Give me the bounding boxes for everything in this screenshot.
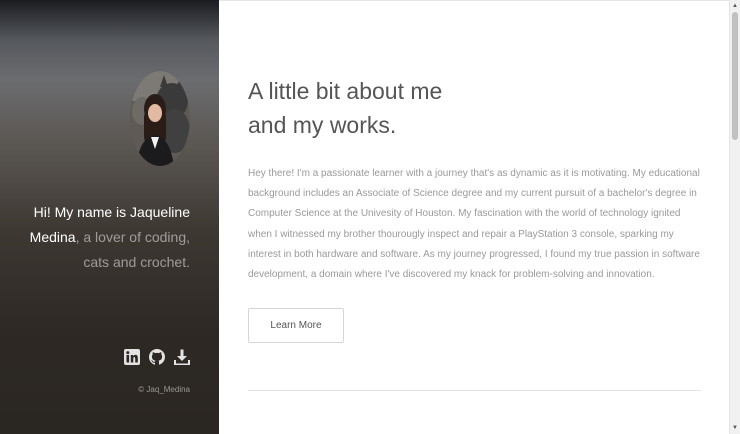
scroll-down-icon[interactable]: ▼ (730, 423, 740, 433)
profile-avatar (130, 71, 190, 166)
linkedin-icon (124, 349, 140, 365)
social-links (124, 349, 190, 367)
linkedin-link[interactable] (124, 349, 140, 365)
scrollbar-thumb[interactable] (732, 12, 738, 140)
main-content: A little bit about me and my works. Hey … (219, 0, 729, 434)
intro-text: Hi! My name is Jaqueline Medina, a lover… (14, 200, 190, 275)
scrollbar[interactable]: ▲ ▼ (729, 0, 740, 434)
github-link[interactable] (149, 349, 165, 365)
page-title-line1: A little bit about me (248, 78, 443, 104)
download-link[interactable] (174, 349, 190, 365)
sidebar: Hi! My name is Jaqueline Medina, a lover… (0, 0, 219, 434)
divider (248, 390, 701, 391)
page-title: A little bit about me and my works. (248, 74, 442, 142)
download-icon (174, 349, 190, 365)
intro-tagline: , a lover of coding, cats and crochet. (75, 229, 190, 270)
scroll-up-icon[interactable]: ▲ (730, 1, 740, 11)
learn-more-button[interactable]: Learn More (248, 308, 344, 343)
about-text: Hey there! I'm a passionate learner with… (248, 168, 700, 281)
copyright: © Jaq_Medina (138, 385, 190, 394)
github-icon (149, 349, 165, 365)
page-title-line2: and my works. (248, 112, 397, 138)
